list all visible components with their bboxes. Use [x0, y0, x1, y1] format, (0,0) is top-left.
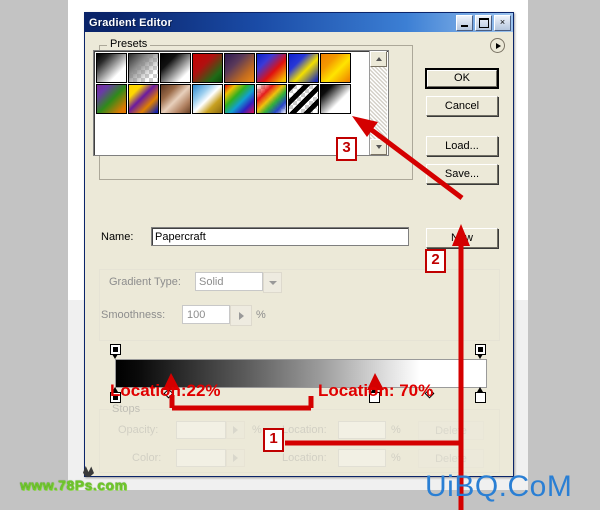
- preset-gradient-fill: [321, 85, 350, 113]
- opacity-delete-button[interactable]: Delete: [418, 421, 484, 440]
- preset-chrome[interactable]: [192, 84, 223, 114]
- preset-gradient-fill: [321, 54, 350, 82]
- preset-gradient-fill: [289, 54, 318, 82]
- preset-blue-yellow-blue[interactable]: [288, 53, 319, 83]
- ok-button[interactable]: OK: [425, 68, 499, 89]
- opacity-location-label: Location:: [282, 424, 327, 436]
- color-location-input[interactable]: [338, 449, 386, 467]
- preset-gradient-fill: [225, 54, 254, 82]
- preset-yellow-violet-orange-blue[interactable]: [128, 84, 159, 114]
- color-spinner-icon[interactable]: [226, 449, 245, 467]
- new-button[interactable]: New: [426, 228, 498, 248]
- preset-gradient-fill: [193, 54, 222, 82]
- save-button[interactable]: Save...: [426, 164, 498, 184]
- preset-gradient-fill: [161, 85, 190, 113]
- minimize-icon: [461, 24, 468, 27]
- smoothness-unit: %: [256, 309, 266, 321]
- preset-spectrum[interactable]: [224, 84, 255, 114]
- load-button[interactable]: Load...: [426, 136, 498, 156]
- opacity-location-input[interactable]: [338, 421, 386, 439]
- annotation-badge-2: 2: [425, 249, 446, 273]
- annotation-badge-1: 1: [263, 428, 284, 452]
- color-location-unit: %: [391, 452, 401, 464]
- preset-gradient-fill: [289, 85, 318, 113]
- name-label: Name:: [101, 231, 134, 243]
- scroll-up-arrow[interactable]: [370, 51, 387, 67]
- preset-gradient-fill: [257, 85, 286, 113]
- preset-red-green[interactable]: [192, 53, 223, 83]
- opacity-stop-left-tip: [112, 354, 118, 359]
- smoothness-label: Smoothness:: [101, 309, 166, 321]
- stops-legend: Stops: [109, 403, 144, 415]
- smoothness-input[interactable]: 100: [182, 305, 230, 324]
- opacity-stop-right[interactable]: [475, 344, 486, 360]
- preset-foreground-to-transparent[interactable]: [128, 53, 159, 83]
- gradient-type-select[interactable]: Solid: [195, 272, 263, 291]
- name-input[interactable]: Papercraft: [151, 227, 409, 246]
- watermark-right: UiBQ.CoM: [425, 470, 573, 503]
- annotation-badge-3: 3: [336, 137, 357, 161]
- color-stop-white-handle: [475, 392, 486, 403]
- preset-transparent-stripes[interactable]: [288, 84, 319, 114]
- preset-gradient-fill: [193, 85, 222, 113]
- preset-violet-green-orange[interactable]: [96, 84, 127, 114]
- preset-gradient-fill: [225, 85, 254, 113]
- preset-gradient-fill: [257, 54, 286, 82]
- preset-row: [96, 53, 369, 84]
- preset-menu-arrow-icon[interactable]: [490, 38, 505, 53]
- presets-legend: Presets: [107, 38, 151, 50]
- opacity-stop-right-tip: [477, 354, 483, 359]
- maximize-icon: [478, 17, 489, 28]
- preset-copper[interactable]: [160, 84, 191, 114]
- ok-button-label: OK: [427, 70, 497, 87]
- play-arrow-icon[interactable]: [230, 305, 252, 326]
- stops-group: Opacity: % Location: % Delete Color: Loc…: [99, 409, 500, 473]
- preset-violet-orange[interactable]: [224, 53, 255, 83]
- gradient-type-label: Gradient Type:: [109, 276, 181, 288]
- presets-scrollbar[interactable]: [369, 51, 387, 155]
- preset-gradient-fill: [161, 54, 190, 82]
- opacity-input[interactable]: [176, 421, 226, 439]
- dialog-body: Presets OK Cancel Load... Save... New Na…: [85, 32, 513, 475]
- preset-orange-yellow-orange[interactable]: [320, 53, 351, 83]
- preset-black-white[interactable]: [160, 53, 191, 83]
- preset-gradient-fill: [97, 54, 126, 82]
- preset-papercraft-new-swatch[interactable]: [320, 84, 351, 114]
- color-swatch-input[interactable]: [176, 449, 226, 467]
- scroll-down-arrow[interactable]: [370, 139, 387, 155]
- preset-transparent-rainbow[interactable]: [256, 84, 287, 114]
- maximize-button[interactable]: [475, 14, 492, 31]
- preset-foreground-to-background[interactable]: [96, 53, 127, 83]
- watermark-left: www.78Ps.com: [20, 477, 128, 493]
- preset-gradient-fill: [129, 85, 158, 113]
- minimize-button[interactable]: [456, 14, 473, 31]
- dialog-title-bar[interactable]: Gradient Editor ×: [85, 13, 513, 32]
- dialog-title: Gradient Editor: [89, 16, 173, 29]
- opacity-unit: %: [252, 424, 262, 436]
- opacity-spinner-icon[interactable]: [226, 421, 245, 439]
- color-delete-button[interactable]: Delete: [418, 449, 484, 468]
- annotation-location-left: Location:22%: [110, 381, 221, 400]
- preset-gradient-fill: [97, 85, 126, 113]
- color-location-label: Location:: [282, 452, 327, 464]
- gradient-editor-dialog: Gradient Editor × Presets OK Cancel Load…: [84, 12, 514, 477]
- chevron-down-icon[interactable]: [263, 272, 282, 293]
- preset-swatch-area: [94, 51, 369, 155]
- preset-gradient-fill: [129, 54, 158, 82]
- close-button[interactable]: ×: [494, 14, 511, 31]
- opacity-label: Opacity:: [118, 424, 159, 436]
- annotation-location-right: Location: 70%: [318, 381, 434, 400]
- color-stop-white[interactable]: [475, 387, 486, 403]
- opacity-location-unit: %: [391, 424, 401, 436]
- preset-blue-red-yellow[interactable]: [256, 53, 287, 83]
- close-icon: ×: [499, 17, 506, 27]
- preset-row: [96, 84, 369, 115]
- opacity-stop-left[interactable]: [110, 344, 121, 360]
- cancel-button[interactable]: Cancel: [426, 96, 498, 116]
- color-label: Color:: [132, 452, 162, 464]
